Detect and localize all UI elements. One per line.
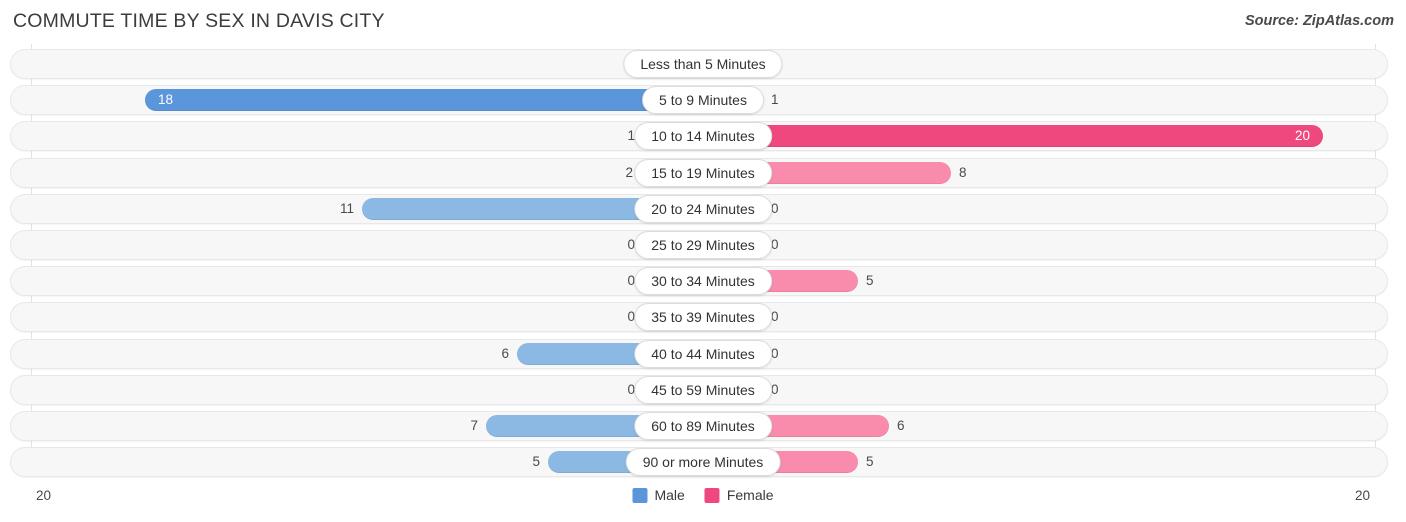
legend-swatch-male-icon — [632, 487, 648, 503]
bar-female[interactable] — [703, 125, 1323, 148]
category-label: 15 to 19 Minutes — [634, 158, 772, 187]
axis-tick-left: 20 — [36, 488, 52, 503]
value-label-male: 6 — [501, 345, 509, 361]
chart-row: 0 0 35 to 39 Minutes — [0, 299, 1406, 335]
source-attribution: Source: ZipAtlas.com — [1244, 13, 1394, 29]
category-label: 30 to 34 Minutes — [634, 267, 772, 296]
row-bars: 1 20 10 to 14 Minutes — [0, 118, 1406, 154]
chart-header: COMMUTE TIME BY SEX IN DAVIS CITY Source… — [0, 0, 1406, 44]
category-label: 20 to 24 Minutes — [634, 194, 772, 223]
chart-row: 0 0 45 to 59 Minutes — [0, 372, 1406, 408]
category-label: 25 to 29 Minutes — [634, 230, 772, 259]
value-label-female: 5 — [866, 454, 874, 470]
category-label: 60 to 89 Minutes — [634, 411, 772, 440]
value-label-female: 1 — [771, 92, 779, 108]
chart-row: 00Less than 5 Minutes — [0, 46, 1406, 82]
chart-row: 18 1 5 to 9 Minutes — [0, 82, 1406, 118]
value-label-male: 18 — [158, 92, 174, 108]
legend-label-male: Male — [654, 487, 685, 503]
value-label-male: 5 — [532, 454, 540, 470]
value-label-female: 0 — [771, 381, 779, 397]
axis-tick-right: 20 — [1354, 488, 1370, 503]
value-label-female: 6 — [897, 417, 905, 433]
chart-row: 5 5 90 or more Minutes — [0, 444, 1406, 480]
value-label-female: 20 — [1295, 128, 1311, 144]
category-label: 90 or more Minutes — [625, 448, 781, 477]
legend-label-female: Female — [726, 487, 774, 503]
value-label-female: 5 — [866, 273, 874, 289]
value-label-male: 2 — [625, 164, 633, 180]
chart-rows: 00Less than 5 Minutes1815 to 9 Minutes12… — [0, 46, 1406, 480]
row-bars: 0 0 35 to 39 Minutes — [0, 299, 1406, 335]
bar-male[interactable] — [145, 89, 703, 112]
chart-plot-area: 00Less than 5 Minutes1815 to 9 Minutes12… — [0, 44, 1406, 484]
category-label: 45 to 59 Minutes — [634, 375, 772, 404]
row-bars: 7 6 60 to 89 Minutes — [0, 408, 1406, 444]
legend-item-female[interactable]: Female — [704, 487, 774, 503]
value-label-female: 0 — [771, 236, 779, 252]
category-label: 5 to 9 Minutes — [642, 86, 764, 115]
value-label-male: 11 — [339, 200, 354, 216]
chart-row: 0 0 25 to 29 Minutes — [0, 227, 1406, 263]
row-bars: 6 0 40 to 44 Minutes — [0, 336, 1406, 372]
row-bars: 18 1 5 to 9 Minutes — [0, 82, 1406, 118]
value-label-female: 8 — [959, 164, 967, 180]
value-label-female: 0 — [771, 345, 779, 361]
chart-row: 7 6 60 to 89 Minutes — [0, 408, 1406, 444]
row-bars: 0 5 30 to 34 Minutes — [0, 263, 1406, 299]
row-bars: 11 0 20 to 24 Minutes — [0, 191, 1406, 227]
category-label: Less than 5 Minutes — [623, 50, 783, 78]
value-label-female: 0 — [771, 200, 779, 216]
value-label-female: 0 — [771, 309, 779, 325]
chart-footer: 20 20 Male Female — [0, 484, 1406, 522]
value-label-male: 7 — [470, 417, 478, 433]
category-label: 35 to 39 Minutes — [634, 303, 772, 332]
chart-row: 1 20 10 to 14 Minutes — [0, 118, 1406, 154]
row-bars: 0 0 25 to 29 Minutes — [0, 227, 1406, 263]
row-bars: 2 8 15 to 19 Minutes — [0, 155, 1406, 191]
chart-row: 0 5 30 to 34 Minutes — [0, 263, 1406, 299]
legend-swatch-female-icon — [704, 487, 720, 503]
chart-legend: Male Female — [632, 487, 774, 503]
page-title: COMMUTE TIME BY SEX IN DAVIS CITY — [13, 10, 385, 32]
chart-row: 2 8 15 to 19 Minutes — [0, 155, 1406, 191]
row-bars: 5 5 90 or more Minutes — [0, 444, 1406, 480]
legend-item-male[interactable]: Male — [632, 487, 685, 503]
category-label: 40 to 44 Minutes — [634, 339, 772, 368]
chart-row: 11 0 20 to 24 Minutes — [0, 191, 1406, 227]
category-label: 10 to 14 Minutes — [634, 122, 772, 151]
chart-row: 6 0 40 to 44 Minutes — [0, 336, 1406, 372]
row-bars: 0 0 45 to 59 Minutes — [0, 372, 1406, 408]
row-bars: 00Less than 5 Minutes — [0, 46, 1406, 82]
